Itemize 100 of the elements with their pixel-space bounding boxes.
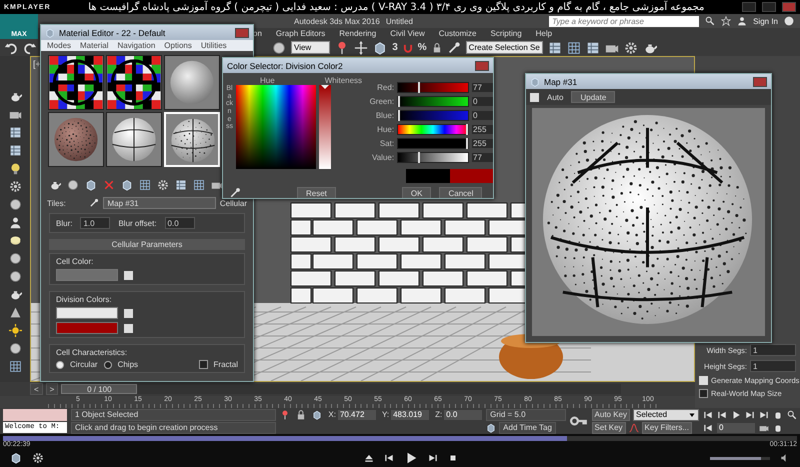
menu-item[interactable]: Graph Editors <box>276 29 326 38</box>
grid-icon[interactable] <box>566 40 581 54</box>
gear-icon[interactable] <box>32 452 44 464</box>
lock-icon[interactable] <box>296 410 306 420</box>
color-swatch[interactable] <box>56 269 118 281</box>
prev-icon[interactable] <box>703 410 713 420</box>
channel-slider[interactable] <box>397 152 470 163</box>
channel-field[interactable]: 255 <box>472 125 493 134</box>
time-slider-track[interactable]: 0 / 100 <box>61 384 622 394</box>
radio-button[interactable] <box>56 360 64 368</box>
eyedropper-icon[interactable] <box>446 40 461 54</box>
teapot-icon[interactable] <box>49 179 61 191</box>
input-field[interactable]: 1 <box>750 360 796 372</box>
table-icon[interactable] <box>175 179 187 191</box>
menu-item[interactable]: Options <box>164 41 192 50</box>
undo-icon[interactable] <box>4 40 18 54</box>
channel-slider[interactable] <box>397 138 470 149</box>
eject-icon[interactable] <box>364 453 374 463</box>
channel-slider[interactable] <box>397 110 470 121</box>
previous-frame-button[interactable]: < <box>30 383 43 395</box>
sun-icon[interactable] <box>8 324 22 337</box>
grid-icon[interactable] <box>139 179 151 191</box>
stop-icon[interactable] <box>448 453 458 463</box>
table-icon[interactable] <box>8 126 22 139</box>
auto-key-button[interactable]: Auto Key <box>592 408 630 420</box>
sphere-icon[interactable] <box>8 252 22 265</box>
channel-field[interactable]: 77 <box>472 153 493 162</box>
menu-item[interactable]: Navigation <box>117 41 156 50</box>
cancel-button[interactable]: Cancel <box>439 187 482 198</box>
time-slider-thumb[interactable]: 0 / 100 <box>61 384 138 394</box>
channel-field[interactable]: 0 <box>472 111 493 120</box>
channel-field[interactable]: 255 <box>472 139 493 148</box>
view-dropdown[interactable]: View <box>291 41 330 54</box>
eyedropper-icon[interactable] <box>89 198 100 208</box>
caret-icon[interactable] <box>688 410 696 418</box>
slider-marker[interactable] <box>398 110 400 121</box>
radio-button[interactable] <box>104 360 112 368</box>
channel-slider[interactable] <box>397 96 470 107</box>
frame-field[interactable]: 0 <box>717 422 755 432</box>
viewport-label[interactable]: [+ <box>33 59 41 69</box>
search-field[interactable]: Type a keyword or phrase <box>549 16 700 26</box>
menu-item[interactable]: Rendering <box>339 29 376 38</box>
hue-blackness-picker[interactable] <box>236 85 316 169</box>
gear-icon[interactable] <box>157 179 169 191</box>
gear-icon[interactable] <box>8 180 22 193</box>
coordinate-field[interactable]: 483.019 <box>391 410 430 420</box>
time-tag-button[interactable]: Add Time Tag <box>499 422 556 434</box>
checkbox[interactable] <box>198 360 208 369</box>
input-field[interactable]: 0.0 <box>164 217 195 229</box>
slider-marker[interactable] <box>466 124 468 135</box>
prev-icon[interactable] <box>703 422 713 432</box>
checker-sphere-drawing[interactable] <box>49 56 103 109</box>
checkbox[interactable] <box>699 389 708 398</box>
table-icon[interactable] <box>8 144 22 157</box>
ok-button[interactable]: OK <box>402 187 432 198</box>
sphere-icon[interactable] <box>8 342 22 355</box>
menu-item[interactable]: Material <box>80 41 108 50</box>
key-mode-dropdown[interactable]: Selected <box>633 408 699 420</box>
rollout-header[interactable]: Cellular Parameters <box>49 239 245 250</box>
percent-snap-toggle[interactable]: % <box>418 42 427 54</box>
disk-icon[interactable] <box>8 234 22 247</box>
move-icon[interactable] <box>354 40 368 54</box>
menu-item[interactable]: Help <box>536 29 552 38</box>
close-button[interactable] <box>753 76 767 86</box>
menu-item[interactable]: Scripting <box>490 29 522 38</box>
snap-toggle[interactable]: 3 <box>392 42 398 54</box>
table-icon[interactable] <box>548 40 562 54</box>
coordinate-field[interactable]: 70.472 <box>338 410 376 420</box>
channel-slider[interactable] <box>397 82 470 93</box>
sign-in-link[interactable]: Sign In <box>753 16 778 26</box>
color-swatch[interactable] <box>56 307 118 319</box>
slider-marker[interactable] <box>418 82 420 93</box>
map-dropdown[interactable]: Map #31 <box>103 197 216 209</box>
person-icon[interactable] <box>8 216 22 229</box>
next-icon[interactable] <box>759 410 769 420</box>
close-button[interactable] <box>475 60 489 70</box>
prev-icon[interactable] <box>717 410 727 420</box>
sphere-icon[interactable] <box>8 198 22 211</box>
sphere-icon[interactable] <box>8 270 22 283</box>
menu-item[interactable]: Civil View <box>390 29 425 38</box>
menu-item[interactable]: Utilities <box>200 41 227 50</box>
bulb-icon[interactable] <box>8 162 22 175</box>
grid-icon[interactable] <box>193 179 205 191</box>
whiteness-marker[interactable] <box>321 85 329 89</box>
gear-icon[interactable] <box>624 40 638 54</box>
next-icon[interactable] <box>745 410 755 420</box>
search-icon[interactable] <box>705 16 716 26</box>
channel-slider[interactable] <box>397 124 470 135</box>
coordinate-field[interactable]: 0.0 <box>444 410 482 420</box>
channel-field[interactable]: 0 <box>472 97 493 106</box>
menu-item[interactable]: Customize <box>438 29 477 38</box>
cube-icon[interactable] <box>10 452 22 464</box>
set-key-button[interactable]: Set Key <box>592 422 626 434</box>
close-button[interactable] <box>235 28 249 38</box>
input-field[interactable]: 1.0 <box>80 217 110 229</box>
cube-icon[interactable] <box>85 179 97 191</box>
redo-icon[interactable] <box>23 40 37 54</box>
sphere-icon[interactable] <box>272 40 286 54</box>
next-frame-button[interactable]: > <box>46 383 58 395</box>
star-icon[interactable] <box>721 16 732 26</box>
